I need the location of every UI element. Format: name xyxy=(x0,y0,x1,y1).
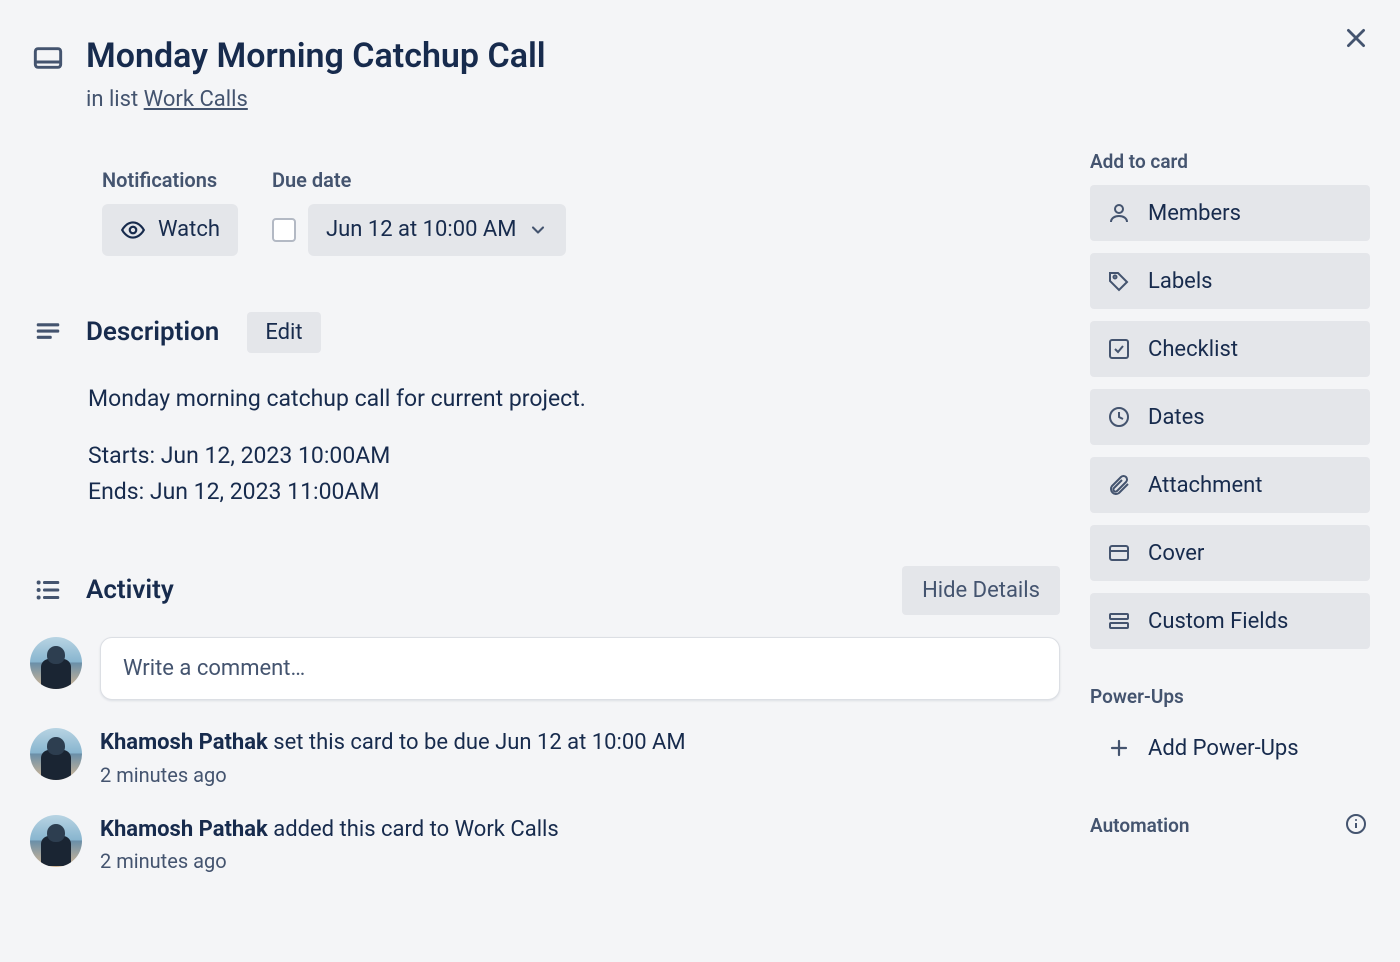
attachment-button[interactable]: Attachment xyxy=(1090,457,1370,513)
power-ups-heading: Power-Ups xyxy=(1090,685,1370,708)
card-icon xyxy=(30,36,66,74)
info-icon[interactable] xyxy=(1344,812,1370,838)
description-icon xyxy=(30,317,66,347)
members-button[interactable]: Members xyxy=(1090,185,1370,241)
add-power-ups-button[interactable]: Add Power-Ups xyxy=(1090,720,1370,776)
activity-heading: Activity xyxy=(86,575,174,605)
due-date-label: Due date xyxy=(272,168,566,192)
labels-button[interactable]: Labels xyxy=(1090,253,1370,309)
edit-description-button[interactable]: Edit xyxy=(247,312,320,353)
cover-button[interactable]: Cover xyxy=(1090,525,1370,581)
paperclip-icon xyxy=(1106,473,1132,497)
activity-text: Khamosh Pathak added this card to Work C… xyxy=(100,815,559,846)
hide-details-button[interactable]: Hide Details xyxy=(902,566,1060,615)
activity-icon xyxy=(30,575,66,605)
avatar xyxy=(30,637,82,689)
activity-item: Khamosh Pathak set this card to be due J… xyxy=(30,728,1060,787)
eye-icon xyxy=(120,217,146,243)
notifications-label: Notifications xyxy=(102,168,238,192)
due-date-value: Jun 12 at 10:00 AM xyxy=(326,217,516,242)
comment-input[interactable]: Write a comment… xyxy=(100,637,1060,700)
activity-time: 2 minutes ago xyxy=(100,763,686,787)
card-title[interactable]: Monday Morning Catchup Call xyxy=(86,36,546,77)
avatar xyxy=(30,728,82,780)
dates-button[interactable]: Dates xyxy=(1090,389,1370,445)
close-button[interactable] xyxy=(1336,18,1376,58)
automation-heading: Automation xyxy=(1090,812,1370,838)
avatar xyxy=(30,815,82,867)
due-date-checkbox[interactable] xyxy=(272,218,296,242)
list-link[interactable]: Work Calls xyxy=(144,87,248,112)
description-body[interactable]: Monday morning catchup call for current … xyxy=(88,381,1060,510)
watch-button[interactable]: Watch xyxy=(102,204,238,256)
plus-icon xyxy=(1106,736,1132,760)
close-icon xyxy=(1343,25,1369,51)
description-heading: Description xyxy=(86,317,219,347)
chevron-down-icon xyxy=(528,220,548,240)
activity-item: Khamosh Pathak added this card to Work C… xyxy=(30,815,1060,874)
clock-icon xyxy=(1106,405,1132,429)
watch-label: Watch xyxy=(158,217,220,242)
due-date-button[interactable]: Jun 12 at 10:00 AM xyxy=(308,204,566,256)
checklist-button[interactable]: Checklist xyxy=(1090,321,1370,377)
custom-fields-button[interactable]: Custom Fields xyxy=(1090,593,1370,649)
cover-icon xyxy=(1106,541,1132,565)
add-to-card-heading: Add to card xyxy=(1090,150,1370,173)
activity-time: 2 minutes ago xyxy=(100,849,559,873)
checklist-icon xyxy=(1106,337,1132,361)
person-icon xyxy=(1106,201,1132,225)
custom-fields-icon xyxy=(1106,609,1132,633)
tag-icon xyxy=(1106,269,1132,293)
activity-text: Khamosh Pathak set this card to be due J… xyxy=(100,728,686,759)
card-subtitle: in list Work Calls xyxy=(86,87,546,112)
